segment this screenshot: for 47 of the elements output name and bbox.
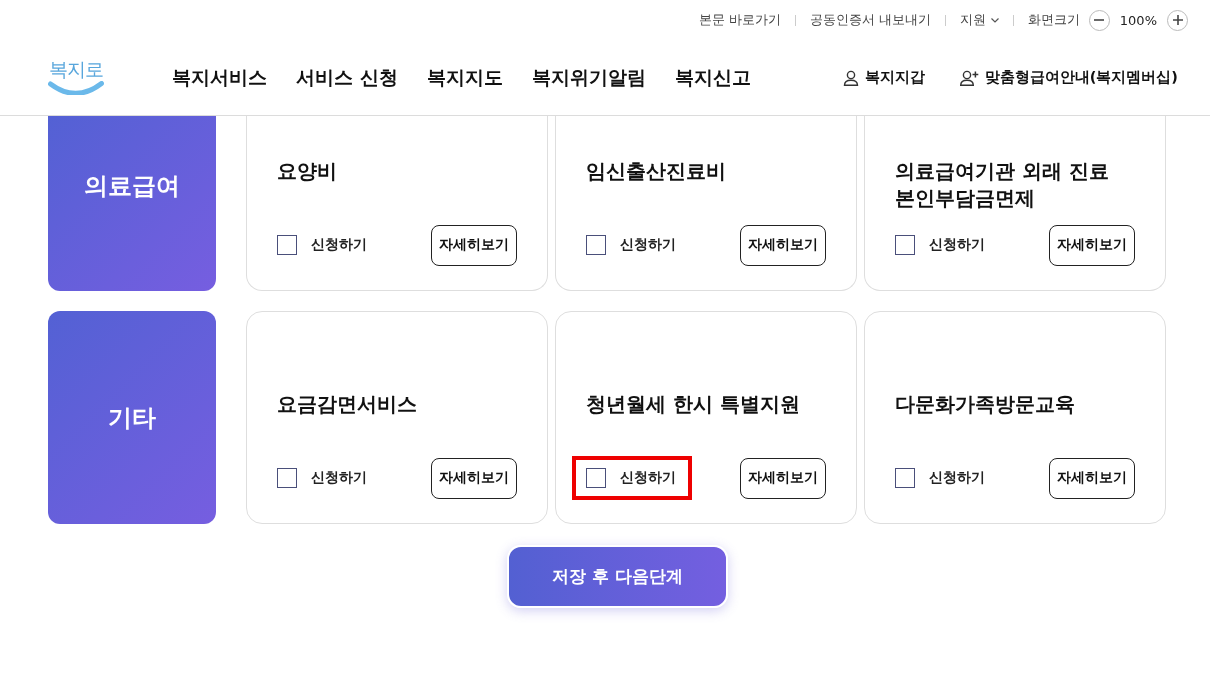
checkbox[interactable]	[586, 468, 606, 488]
header-link[interactable]: 맞춤형급여안내(복지멤버십)	[959, 68, 1178, 87]
category-title: 기타	[108, 402, 156, 434]
service-title: 의료급여기관 외래 진료 본인부담금면제	[895, 158, 1110, 212]
service-title: 청년월세 한시 특별지원	[586, 391, 801, 418]
minus-icon	[1094, 19, 1105, 21]
details-button[interactable]: 자세히보기	[740, 224, 826, 266]
smile-icon	[48, 80, 104, 95]
service-title: 임신출산진료비	[586, 158, 727, 185]
checkbox[interactable]	[586, 235, 606, 255]
nav-link[interactable]: 복지신고	[674, 64, 751, 91]
details-button[interactable]: 자세히보기	[1049, 224, 1135, 266]
zoom-label: 화면크기	[1027, 11, 1080, 29]
details-button[interactable]: 자세히보기	[431, 457, 517, 499]
checkbox-label[interactable]: 신청하기	[929, 236, 985, 254]
nav-link[interactable]: 복지지도	[426, 64, 503, 91]
checkbox[interactable]	[895, 235, 915, 255]
details-button[interactable]: 자세히보기	[1049, 457, 1135, 499]
nav-link[interactable]: 복지위기알림	[531, 64, 646, 91]
checkbox[interactable]	[277, 468, 297, 488]
nav-link[interactable]: 복지서비스	[172, 64, 267, 91]
nav-link[interactable]: 서비스 신청	[296, 64, 398, 91]
zoom-value: 100%	[1119, 12, 1157, 28]
service-title: 요양비	[277, 158, 338, 185]
zoom-out-button[interactable]	[1088, 9, 1110, 31]
utility-link[interactable]: 공동인증서 내보내기	[809, 11, 931, 29]
plus-icon	[1172, 15, 1183, 25]
service-title: 다문화가족방문교육	[895, 391, 1076, 418]
checkbox-label[interactable]: 신청하기	[929, 469, 985, 487]
checkbox-label[interactable]: 신청하기	[311, 236, 367, 254]
details-button[interactable]: 자세히보기	[740, 457, 826, 499]
chevron-down-icon	[990, 17, 999, 23]
details-button[interactable]: 자세히보기	[431, 224, 517, 266]
checkbox[interactable]	[277, 235, 297, 255]
utility-link[interactable]: 지원	[959, 11, 999, 29]
service-title: 요금감면서비스	[277, 391, 418, 418]
save-next-button[interactable]: 저장 후 다음단계	[507, 545, 728, 608]
person-plus-icon	[959, 69, 979, 86]
category-title: 의료급여	[84, 170, 180, 202]
utility-link[interactable]: 본문 바로가기	[698, 11, 781, 29]
zoom-in-button[interactable]	[1167, 9, 1188, 31]
checkbox-label[interactable]: 신청하기	[311, 469, 367, 487]
checkbox-label[interactable]: 신청하기	[620, 469, 676, 487]
checkbox[interactable]	[895, 468, 915, 488]
checkbox-label[interactable]: 신청하기	[620, 236, 676, 254]
header-link[interactable]: 복지지갑	[842, 68, 925, 87]
person-icon	[842, 69, 859, 86]
